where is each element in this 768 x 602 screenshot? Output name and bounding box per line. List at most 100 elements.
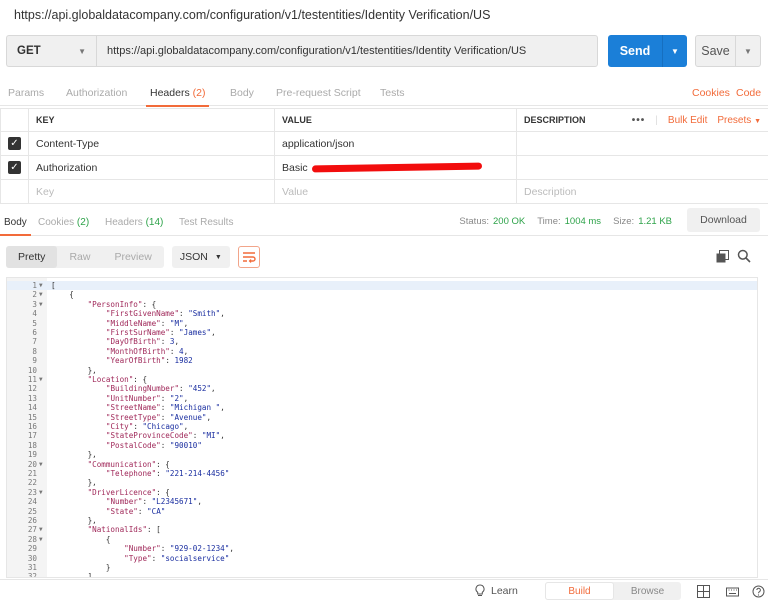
- code-text: "FirstSurName": "James",: [105, 328, 216, 337]
- fold-toggle-icon[interactable]: ▼: [39, 281, 43, 290]
- row-checkbox[interactable]: ✓: [8, 137, 21, 150]
- url-input[interactable]: https://api.globaldatacompany.com/config…: [96, 35, 598, 67]
- header-key-cell[interactable]: Content-Type: [28, 131, 275, 156]
- chevron-down-icon: ▼: [754, 117, 761, 125]
- code-text: "Number": "L2345671",: [105, 497, 202, 507]
- code-line: 22 },: [7, 478, 757, 487]
- time-value: 1004 ms: [564, 216, 602, 227]
- more-options-icon[interactable]: •••: [632, 115, 646, 126]
- fold-toggle-icon[interactable]: ▼: [39, 535, 43, 544]
- code-line: 11 ▼ "Location": {: [7, 375, 757, 384]
- tab-body[interactable]: Body: [230, 87, 254, 99]
- header-description-cell[interactable]: [516, 155, 768, 180]
- tab-tests[interactable]: Tests: [380, 87, 405, 99]
- code-link[interactable]: Code: [736, 87, 761, 99]
- key-column-header: KEY: [28, 108, 275, 132]
- wrap-lines-button[interactable]: [237, 246, 260, 268]
- line-number: 10: [27, 365, 37, 375]
- cookies-link[interactable]: Cookies: [692, 87, 730, 99]
- tab-authorization[interactable]: Authorization: [66, 87, 127, 99]
- download-button[interactable]: Download: [687, 208, 760, 232]
- code-line: 24 "Number": "L2345671",: [7, 497, 757, 506]
- view-preview[interactable]: Preview: [102, 246, 163, 268]
- fold-toggle-icon[interactable]: ▼: [39, 375, 43, 384]
- code-text: "UnitNumber": "2",: [105, 393, 189, 403]
- line-number: 31: [27, 563, 37, 572]
- code-text: "FirstGivenName": "Smith",: [105, 309, 225, 319]
- fold-toggle-icon[interactable]: ▼: [39, 488, 43, 497]
- code-text: "Location": {: [87, 375, 148, 384]
- header-value-cell[interactable]: application/json: [274, 131, 517, 156]
- code-text: "MonthOfBirth": 4,: [105, 346, 189, 356]
- status-bar: Learn Build Browse: [0, 579, 768, 602]
- response-status: Status: 200 OK Time: 1004 ms Size: 1.21 KB: [459, 216, 672, 227]
- bulk-edit-link[interactable]: Bulk Edit: [668, 115, 707, 126]
- line-number: 24: [27, 497, 37, 507]
- help-icon[interactable]: [752, 585, 765, 598]
- method-label: GET: [17, 45, 41, 57]
- line-number: 32: [27, 572, 37, 578]
- presets-dropdown[interactable]: Presets ▼: [717, 115, 761, 126]
- fold-toggle-icon[interactable]: ▼: [39, 300, 43, 309]
- format-select[interactable]: JSON ▼: [171, 246, 230, 268]
- response-tab-body[interactable]: Body: [0, 217, 31, 236]
- copy-icon[interactable]: [716, 250, 729, 263]
- new-value-input[interactable]: Value: [274, 179, 517, 204]
- code-text: "Telephone": "221-214-4456": [105, 469, 230, 478]
- send-button[interactable]: Send: [608, 35, 663, 67]
- save-options-chevron-icon[interactable]: ▼: [736, 36, 760, 66]
- code-text: },: [51, 450, 97, 460]
- tab-pre-request-script[interactable]: Pre-request Script: [276, 87, 361, 99]
- new-description-input[interactable]: Description: [516, 179, 768, 204]
- wrap-lines-icon: [242, 252, 256, 263]
- lightbulb-icon: [475, 584, 485, 596]
- tab-headers[interactable]: Headers (2): [145, 87, 210, 107]
- fold-toggle-icon[interactable]: ▼: [39, 460, 43, 469]
- learn-link[interactable]: Learn: [475, 584, 518, 597]
- fold-toggle-icon[interactable]: ▼: [39, 525, 43, 534]
- code-text: "Number": "929-02-1234",: [124, 544, 234, 554]
- tab-params[interactable]: Params: [8, 87, 44, 99]
- status-label: Status:: [459, 216, 489, 227]
- search-icon[interactable]: [737, 249, 751, 263]
- response-tab-headers[interactable]: Headers (14): [105, 217, 163, 228]
- line-number: 17: [27, 431, 37, 441]
- header-description-cell[interactable]: [516, 131, 768, 156]
- code-line: 6 "FirstSurName": "James",: [7, 328, 757, 337]
- response-tab-cookies-count: (2): [76, 217, 90, 228]
- two-pane-view-icon[interactable]: [697, 585, 710, 598]
- save-button-group: Save ▼: [695, 35, 761, 67]
- build-mode[interactable]: Build: [545, 582, 614, 600]
- line-number: 1: [32, 281, 37, 290]
- line-number: 9: [32, 356, 37, 366]
- header-key-cell[interactable]: Authorization: [28, 155, 275, 180]
- code-line: 18 "PostalCode": "90010": [7, 441, 757, 450]
- response-body-editor[interactable]: 1 ▼[2 ▼ {3 ▼ "PersonInfo": {4 "FirstGivenNa…: [6, 277, 758, 578]
- code-line: 23 ▼ "DriverLicence": {: [7, 488, 757, 497]
- method-select[interactable]: GET ▼: [6, 35, 96, 67]
- save-button[interactable]: Save: [696, 36, 736, 66]
- presets-label: Presets: [717, 114, 752, 126]
- row-checkbox[interactable]: ✓: [8, 161, 21, 174]
- code-line: 1 ▼ [: [7, 281, 757, 291]
- code-text: [: [51, 281, 56, 290]
- line-number: 21: [27, 469, 37, 478]
- new-key-input[interactable]: Key: [28, 179, 275, 204]
- response-tab-cookies[interactable]: Cookies (2): [38, 217, 89, 228]
- line-number: 8: [32, 346, 37, 356]
- fold-toggle-icon[interactable]: ▼: [39, 290, 43, 299]
- header-value-cell[interactable]: Basic: [274, 155, 517, 180]
- browse-mode[interactable]: Browse: [614, 582, 681, 600]
- send-options-chevron-icon[interactable]: ▼: [663, 35, 687, 67]
- code-text: "BuildingNumber": "452",: [105, 384, 216, 394]
- code-text: "PersonInfo": {: [87, 299, 157, 309]
- code-line: 27 ▼ "NationalIds": [: [7, 525, 757, 534]
- view-raw[interactable]: Raw: [57, 246, 102, 268]
- code-text: },: [51, 365, 97, 375]
- code-line: 14 "StreetName": "Michigan ",: [7, 403, 757, 412]
- line-number: 29: [27, 544, 37, 554]
- keyboard-shortcuts-icon[interactable]: [726, 585, 739, 598]
- view-pretty[interactable]: Pretty: [6, 246, 58, 268]
- code-text: "MiddleName": "M",: [105, 318, 189, 328]
- response-tab-test-results[interactable]: Test Results: [179, 217, 233, 228]
